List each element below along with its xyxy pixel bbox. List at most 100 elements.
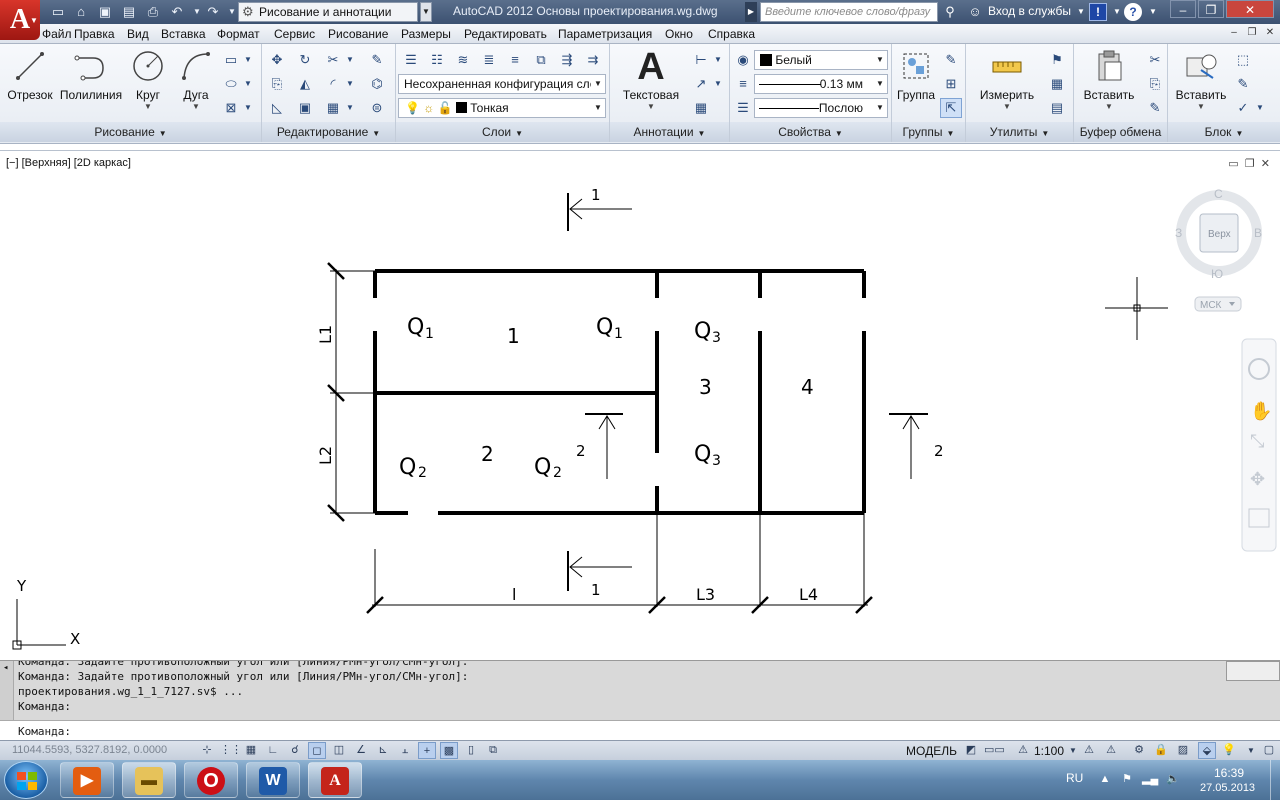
chevron-down-icon[interactable]: ▼ <box>712 50 724 70</box>
taskbar-app-word[interactable]: W <box>246 762 300 798</box>
erase-icon[interactable]: ✎ <box>366 50 388 70</box>
object-snap-icon[interactable]: ◻ <box>308 742 326 759</box>
bulb-icon[interactable]: 💡 <box>1220 742 1238 759</box>
sign-in-label[interactable]: Вход в службы <box>988 4 1071 18</box>
chevron-down-icon[interactable]: ▼ <box>712 74 724 94</box>
zoom-icon[interactable]: ⤡ <box>1250 431 1264 451</box>
layer-properties-icon[interactable]: ☰ <box>400 50 422 70</box>
color-wheel-icon[interactable]: ◉ <box>732 50 754 70</box>
show-desktop-button[interactable] <box>1270 760 1280 800</box>
chevron-down-icon[interactable]: ▼ <box>616 102 686 111</box>
layer-state-select[interactable]: Несохраненная конфигурация сло ▼ <box>398 74 606 94</box>
chevron-down-icon[interactable]: ▼ <box>344 50 356 70</box>
layer-match-icon[interactable]: ⇉ <box>582 50 604 70</box>
taskbar-app-opera[interactable]: O <box>184 762 238 798</box>
workspace-switch-gear-icon[interactable]: ⚙ <box>1130 742 1148 759</box>
rectangle-icon[interactable]: ▭ <box>220 50 242 70</box>
layout-icon[interactable]: ◩ <box>962 742 980 759</box>
chevron-down-icon[interactable]: ▼ <box>1242 742 1260 759</box>
rotate-icon[interactable]: ↻ <box>294 50 316 70</box>
close-icon[interactable]: ✕ <box>1262 26 1278 40</box>
user-icon[interactable]: ☺ <box>966 3 984 21</box>
panel-utilities-title[interactable]: Утилиты ▼ <box>966 122 1073 142</box>
orbit-icon[interactable]: ✥ <box>1250 469 1265 489</box>
line-button[interactable]: Отрезок <box>6 48 54 102</box>
chevron-down-icon[interactable]: ▼ <box>1254 98 1266 118</box>
leader-icon[interactable]: ↗ <box>690 74 712 94</box>
clock-date[interactable]: 27.05.2013 <box>1200 782 1255 794</box>
selection-cycling-icon[interactable]: ⧉ <box>484 742 502 759</box>
menu-format[interactable]: Формат <box>217 25 260 43</box>
viewcube-south-label[interactable]: Ю <box>1211 267 1223 281</box>
taskbar-app-autocad[interactable]: A <box>308 762 362 798</box>
group-button[interactable]: Группа <box>894 48 938 102</box>
menu-window[interactable]: Окно <box>665 25 693 43</box>
mirror-icon[interactable]: ◭ <box>294 74 316 94</box>
action-center-flag-icon[interactable]: ⚑ <box>1120 772 1134 786</box>
chevron-down-icon[interactable]: ▼ <box>1072 3 1090 21</box>
minimize-icon[interactable]: – <box>1226 26 1242 40</box>
redo-icon[interactable]: ↷ <box>203 3 223 21</box>
binoculars-icon[interactable]: ⚲ <box>941 3 959 21</box>
menu-dimension[interactable]: Размеры <box>401 25 451 43</box>
table-region-icon[interactable]: ⊠ <box>220 98 242 118</box>
lock-icon[interactable]: 🔒 <box>1152 742 1170 759</box>
copy-icon[interactable]: ⎘ <box>266 74 288 94</box>
menu-draw[interactable]: Рисование <box>328 25 388 43</box>
menu-view[interactable]: Вид <box>127 25 149 43</box>
quick-select-icon[interactable]: ⚑ <box>1046 50 1068 70</box>
array-icon[interactable]: ▦ <box>322 98 344 118</box>
chevron-down-icon[interactable]: ▼ <box>176 102 216 111</box>
menu-file[interactable]: Файл <box>42 25 72 43</box>
menu-insert[interactable]: Вставка <box>161 25 206 43</box>
menu-parametric[interactable]: Параметризация <box>558 25 652 43</box>
offset-icon[interactable]: ⊜ <box>366 98 388 118</box>
layouts-icon[interactable]: ▭▭ <box>984 742 1005 759</box>
print-icon[interactable]: ⎙ <box>143 3 163 21</box>
panel-properties-title[interactable]: Свойства ▼ <box>730 122 891 142</box>
polar-tracking-icon[interactable]: ☌ <box>286 742 304 759</box>
chevron-down-icon[interactable]: ▼ <box>972 102 1042 111</box>
snap-mode-icon[interactable]: ⋮⋮ <box>220 742 242 759</box>
create-block-icon[interactable]: ⬚ <box>1232 50 1254 70</box>
layer-off-icon[interactable]: ≡ <box>504 50 526 70</box>
layer-walk-icon[interactable]: ⇶ <box>556 50 578 70</box>
block-attribute-icon[interactable]: ✓ <box>1232 98 1254 118</box>
move-icon[interactable]: ✥ <box>266 50 288 70</box>
grid-display-icon[interactable]: ▦ <box>242 742 260 759</box>
chevron-down-icon[interactable]: ▼ <box>1172 102 1230 111</box>
chevron-left-icon[interactable]: ◂ <box>3 663 8 673</box>
pan-hand-icon[interactable]: ✋ <box>1250 400 1272 421</box>
search-input[interactable]: Введите ключевое слово/фразу <box>760 2 938 22</box>
cursor-coordinates[interactable]: 11044.5593, 5327.8192, 0.0000 <box>12 744 167 756</box>
arc-button[interactable]: Дуга ▼ <box>176 48 216 111</box>
drawing-viewport[interactable]: [−] [Верхняя] [2D каркас] ▭ ❐ ✕ Q 1 Q 1 … <box>0 150 1280 660</box>
linetype-select[interactable]: Послою ▼ <box>754 98 888 118</box>
chevron-down-icon[interactable]: ▼ <box>128 102 168 111</box>
paste-button[interactable]: Вставить ▼ <box>1078 48 1140 111</box>
maximize-icon[interactable]: ❐ <box>1198 0 1224 18</box>
chevron-down-icon[interactable]: ▼ <box>344 74 356 94</box>
dynamic-ucs-icon[interactable]: ⊾ <box>374 742 392 759</box>
volume-icon[interactable]: 🔈 <box>1166 772 1180 786</box>
ortho-mode-icon[interactable]: ∟ <box>264 742 282 759</box>
copy-clip-icon[interactable]: ⎘ <box>1144 74 1166 94</box>
start-button[interactable] <box>4 761 48 799</box>
close-icon[interactable]: ✕ <box>1226 0 1274 18</box>
help-icon[interactable]: ? <box>1124 3 1142 21</box>
new-file-icon[interactable]: ▭ <box>48 3 68 21</box>
search-expand-arrow-icon[interactable]: ▶ <box>745 2 757 22</box>
insert-block-button[interactable]: Вставить ▼ <box>1172 48 1230 111</box>
network-signal-icon[interactable]: ▂▄ <box>1142 772 1158 786</box>
viewcube-north-label[interactable]: С <box>1214 187 1223 201</box>
transparency-icon[interactable]: ▩ <box>440 742 458 759</box>
viewcube[interactable]: Верх С Ю В З МСК <box>1175 187 1262 312</box>
panel-modify-title[interactable]: Редактирование ▼ <box>262 122 395 142</box>
save-icon[interactable]: ▣ <box>95 3 115 21</box>
save-as-icon[interactable]: ▤ <box>119 3 139 21</box>
cad-drawing[interactable]: Q 1 Q 1 Q 3 Q 3 Q 2 Q 2 1 2 3 4 1 1 2 2 … <box>0 151 1280 661</box>
ungroup-icon[interactable]: ✎ <box>940 50 962 70</box>
cut-icon[interactable]: ✂ <box>1144 50 1166 70</box>
chevron-down-icon[interactable]: ▼ <box>344 98 356 118</box>
calculator-icon[interactable]: ▦ <box>1046 74 1068 94</box>
